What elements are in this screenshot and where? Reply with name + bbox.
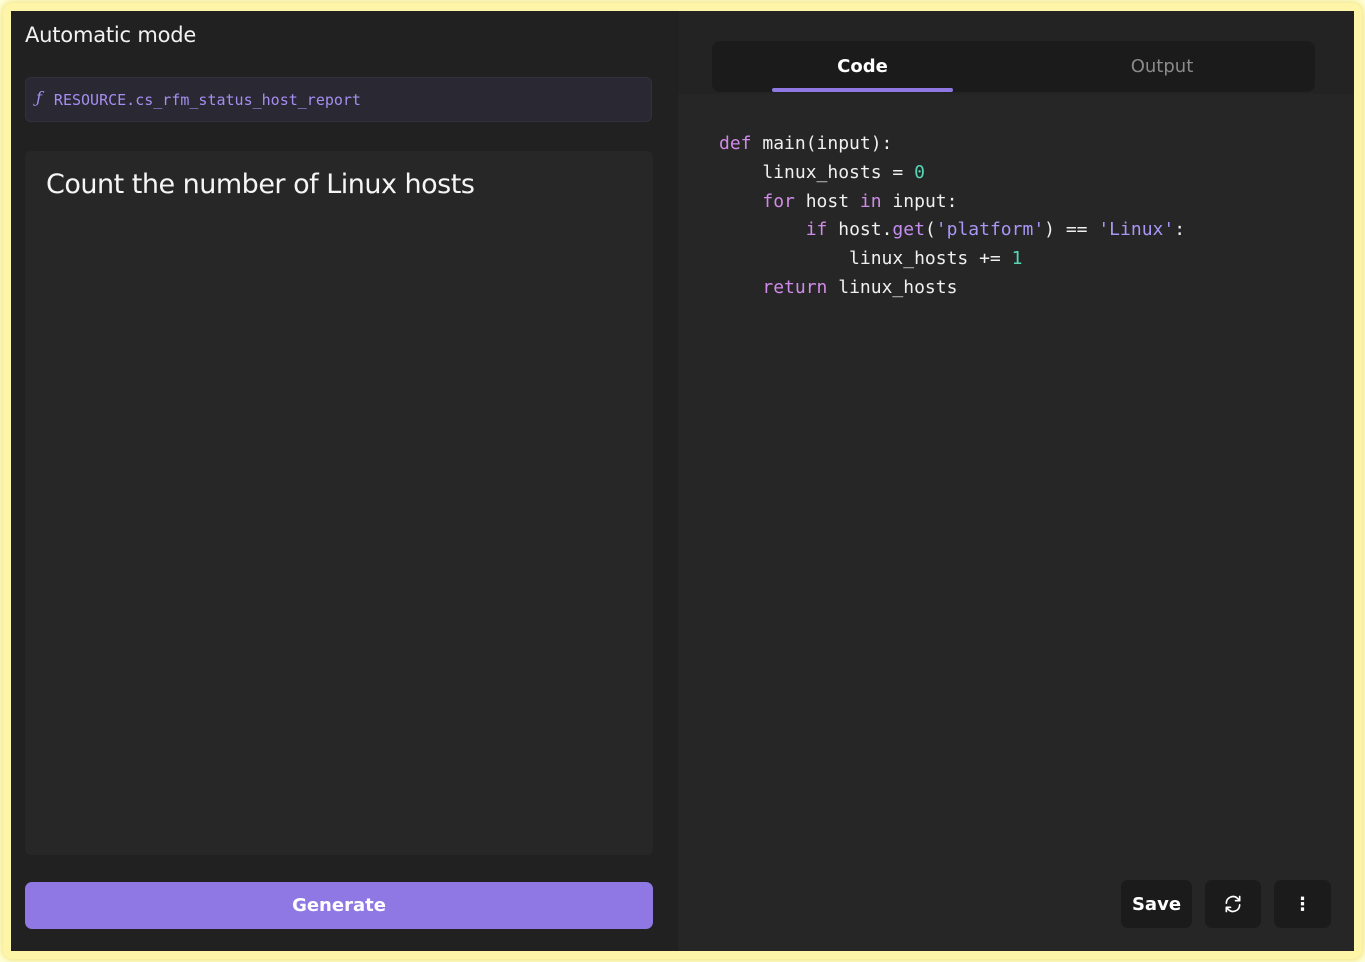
code-line: return linux_hosts — [762, 276, 958, 298]
app-window: Automatic mode ƒ RESOURCE.cs_rfm_status_… — [11, 11, 1354, 951]
generate-button[interactable]: Generate — [25, 882, 653, 929]
prompt-text: Count the number of Linux hosts — [46, 169, 475, 200]
code-line: linux_hosts += 1 — [719, 248, 1023, 270]
panel-title: Automatic mode — [25, 23, 197, 47]
tab-code[interactable]: Code — [772, 41, 953, 92]
more-vertical-icon: ⋮ — [1293, 893, 1312, 915]
code-line: def main(input): — [719, 133, 893, 154]
automatic-mode-panel: Automatic mode ƒ RESOURCE.cs_rfm_status_… — [11, 11, 677, 951]
function-icon: ƒ — [36, 88, 42, 107]
prompt-input[interactable]: Count the number of Linux hosts — [25, 151, 653, 855]
code-line: for host in input: — [762, 190, 958, 212]
resource-selector[interactable]: ƒ RESOURCE.cs_rfm_status_host_report — [25, 77, 652, 122]
more-button[interactable]: ⋮ — [1274, 880, 1331, 928]
refresh-icon — [1225, 895, 1241, 913]
view-tabs: Code Output — [712, 41, 1315, 92]
refresh-button[interactable] — [1205, 880, 1261, 928]
code-line: linux_hosts = 0 — [719, 161, 925, 183]
tab-output[interactable]: Output — [1062, 41, 1262, 92]
code-editor[interactable]: def main(input): linux_hosts = 0 for hos… — [678, 94, 1354, 951]
code-line: if host.get('platform') == 'Linux': — [805, 219, 1186, 241]
code-block: def main(input): linux_hosts = 0 for hos… — [719, 130, 1185, 303]
code-panel: Code Output def main(input): linux_hosts… — [678, 11, 1354, 951]
resource-name: RESOURCE.cs_rfm_status_host_report — [53, 90, 361, 109]
save-button[interactable]: Save — [1121, 880, 1192, 928]
